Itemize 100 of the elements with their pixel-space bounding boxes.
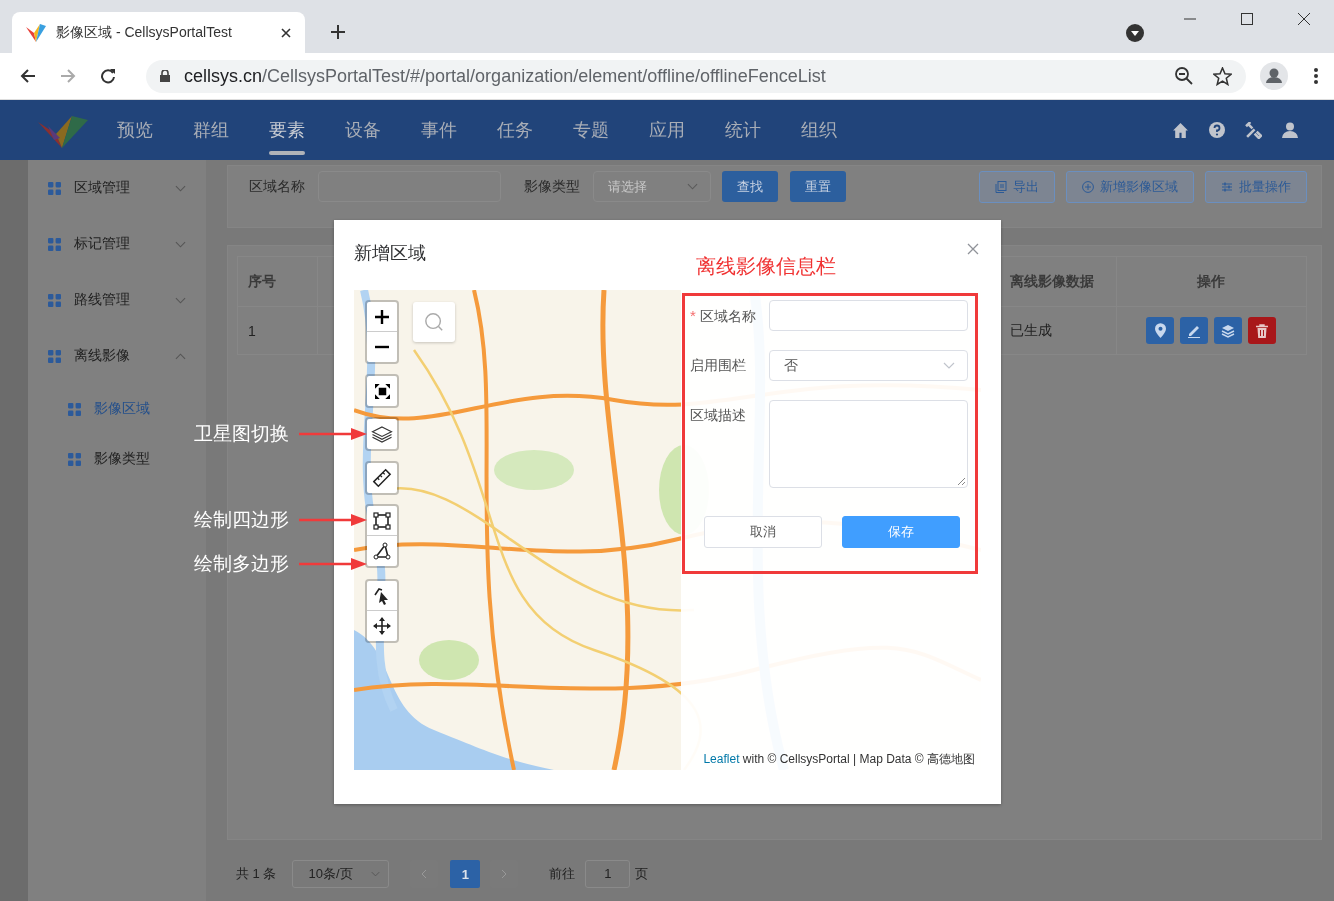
ruler-icon [372, 468, 392, 488]
tab-close-icon[interactable] [281, 27, 291, 38]
required-mark: * [690, 307, 696, 324]
cancel-button[interactable]: 取消 [704, 516, 822, 548]
nav-item[interactable]: 预览 [117, 100, 153, 160]
column-header: 操作 [1116, 256, 1307, 307]
select-field[interactable]: 否 [769, 350, 968, 381]
layers-icon [370, 424, 394, 444]
field-label: 区域名称 [249, 177, 305, 196]
textarea-field[interactable] [769, 400, 968, 488]
sidebar-item[interactable]: 离线影像 [27, 328, 206, 384]
nav-item[interactable]: 统计 [725, 100, 761, 160]
page-input[interactable]: 1 [585, 860, 631, 888]
locate-button[interactable] [1146, 317, 1174, 344]
nav-item[interactable]: 专题 [573, 100, 609, 160]
tab-title: 影像区域 - CellsysPortalTest [56, 23, 233, 42]
user-icon[interactable] [1282, 122, 1298, 138]
pointer-icon [373, 586, 391, 605]
grid-icon [67, 452, 81, 466]
annotation-label: 离线影像信息栏 [696, 254, 836, 279]
nav-item[interactable]: 要素 [269, 100, 305, 160]
callout-arrow [299, 428, 367, 440]
callout-label: 卫星图切换 [194, 422, 289, 446]
callout-label: 绘制四边形 [194, 508, 289, 532]
browser-tab[interactable]: 影像区域 - CellsysPortalTest [12, 12, 305, 53]
chevron-right-icon [501, 869, 508, 879]
form-panel: * 区域名称 启用围栏 否 区域描述 取消 保存 Leaflet with © CellsysPortal | Map Data © 高德地图 [681, 290, 981, 770]
logo-icon [26, 23, 46, 42]
chevron-icon [943, 362, 955, 369]
close-icon[interactable] [1298, 13, 1310, 25]
grid-icon [47, 349, 61, 363]
nav-item[interactable]: 任务 [497, 100, 533, 160]
grid-icon [47, 181, 61, 195]
new-tab-icon[interactable] [331, 25, 345, 39]
grid-icon [47, 293, 61, 307]
polygon-icon [373, 542, 391, 560]
ruler-button[interactable] [365, 461, 399, 495]
address-field[interactable]: cellsys.cn/CellsysPortalTest/#/portal/organization/element/offline/offlineFenceList [146, 59, 1246, 93]
fullscreen-button[interactable] [365, 374, 399, 408]
leaflet-link[interactable]: Leaflet [703, 752, 740, 766]
nav-item[interactable]: 应用 [649, 100, 685, 160]
sidebar-item[interactable]: 区域管理 [27, 160, 206, 216]
chevron-icon [371, 871, 381, 877]
select-field[interactable]: 请选择 [593, 171, 711, 202]
sidebar-item[interactable]: 标记管理 [27, 216, 206, 272]
dialog-title: 新增区域 [354, 242, 426, 265]
nav-item[interactable]: 设备 [345, 100, 381, 160]
home-icon[interactable] [1172, 121, 1189, 139]
delete-button[interactable] [1248, 317, 1276, 344]
callout-label: 绘制多边形 [194, 552, 289, 576]
column-header: 序号 [237, 256, 318, 307]
tab-search-icon[interactable] [1126, 24, 1144, 42]
callout-arrow [299, 514, 367, 526]
move-icon [373, 617, 391, 635]
url-text: cellsys.cn/CellsysPortalTest/#/portal/organization/element/offline/offlineFenceList [184, 65, 827, 87]
maximize-icon[interactable] [1241, 13, 1253, 25]
callout-arrow [299, 558, 367, 570]
pin-icon [1154, 323, 1166, 338]
tools-icon[interactable] [1245, 121, 1262, 139]
page-button[interactable]: 1 [450, 860, 481, 888]
sliders-icon [1221, 181, 1233, 193]
lock-icon [160, 70, 170, 82]
trash-icon [1256, 323, 1268, 338]
plus-icon [375, 309, 389, 324]
resize-grip-icon [957, 477, 965, 485]
pencil-icon [1187, 323, 1201, 338]
chevron-icon [687, 183, 698, 190]
total-count: 共 1 条 [236, 865, 277, 883]
page-suffix: 页 [635, 865, 649, 883]
help-icon[interactable] [1209, 122, 1225, 138]
copy-icon [995, 181, 1007, 193]
grid-icon [47, 237, 61, 251]
save-button[interactable]: 保存 [842, 516, 960, 548]
search-button[interactable]: 查找 [722, 171, 778, 202]
page-size-select[interactable]: 10条/页 [292, 860, 390, 888]
table-cell: 1 [237, 306, 318, 355]
plus-circle-icon [1082, 181, 1094, 193]
reload-icon[interactable] [100, 68, 116, 84]
nav-item[interactable]: 事件 [421, 100, 457, 160]
layers-button[interactable] [365, 417, 399, 451]
layers-button[interactable] [1214, 317, 1242, 344]
attribution-text: Leaflet with © CellsysPortal | Map Data © 高德地图 [703, 751, 975, 768]
reset-button[interactable]: 重置 [790, 171, 846, 202]
grid-icon [67, 402, 81, 416]
nav-item[interactable]: 组织 [801, 100, 837, 160]
layers-icon [1221, 323, 1235, 338]
menu-icon[interactable] [1314, 68, 1318, 84]
nav-item[interactable]: 群组 [193, 100, 229, 160]
edit-button[interactable] [1180, 317, 1208, 344]
sidebar-item[interactable]: 路线管理 [27, 272, 206, 328]
fullscreen-icon [374, 383, 390, 399]
zoom-out-icon[interactable] [1175, 67, 1193, 85]
profile-icon[interactable] [1260, 62, 1288, 90]
star-icon[interactable] [1213, 66, 1232, 86]
back-icon[interactable] [20, 68, 36, 84]
search-icon [424, 312, 444, 332]
goto-label: 前往 [549, 865, 576, 883]
field-label: 影像类型 [524, 177, 580, 196]
chevron-left-icon [421, 869, 428, 879]
rectangle-icon [373, 511, 391, 530]
